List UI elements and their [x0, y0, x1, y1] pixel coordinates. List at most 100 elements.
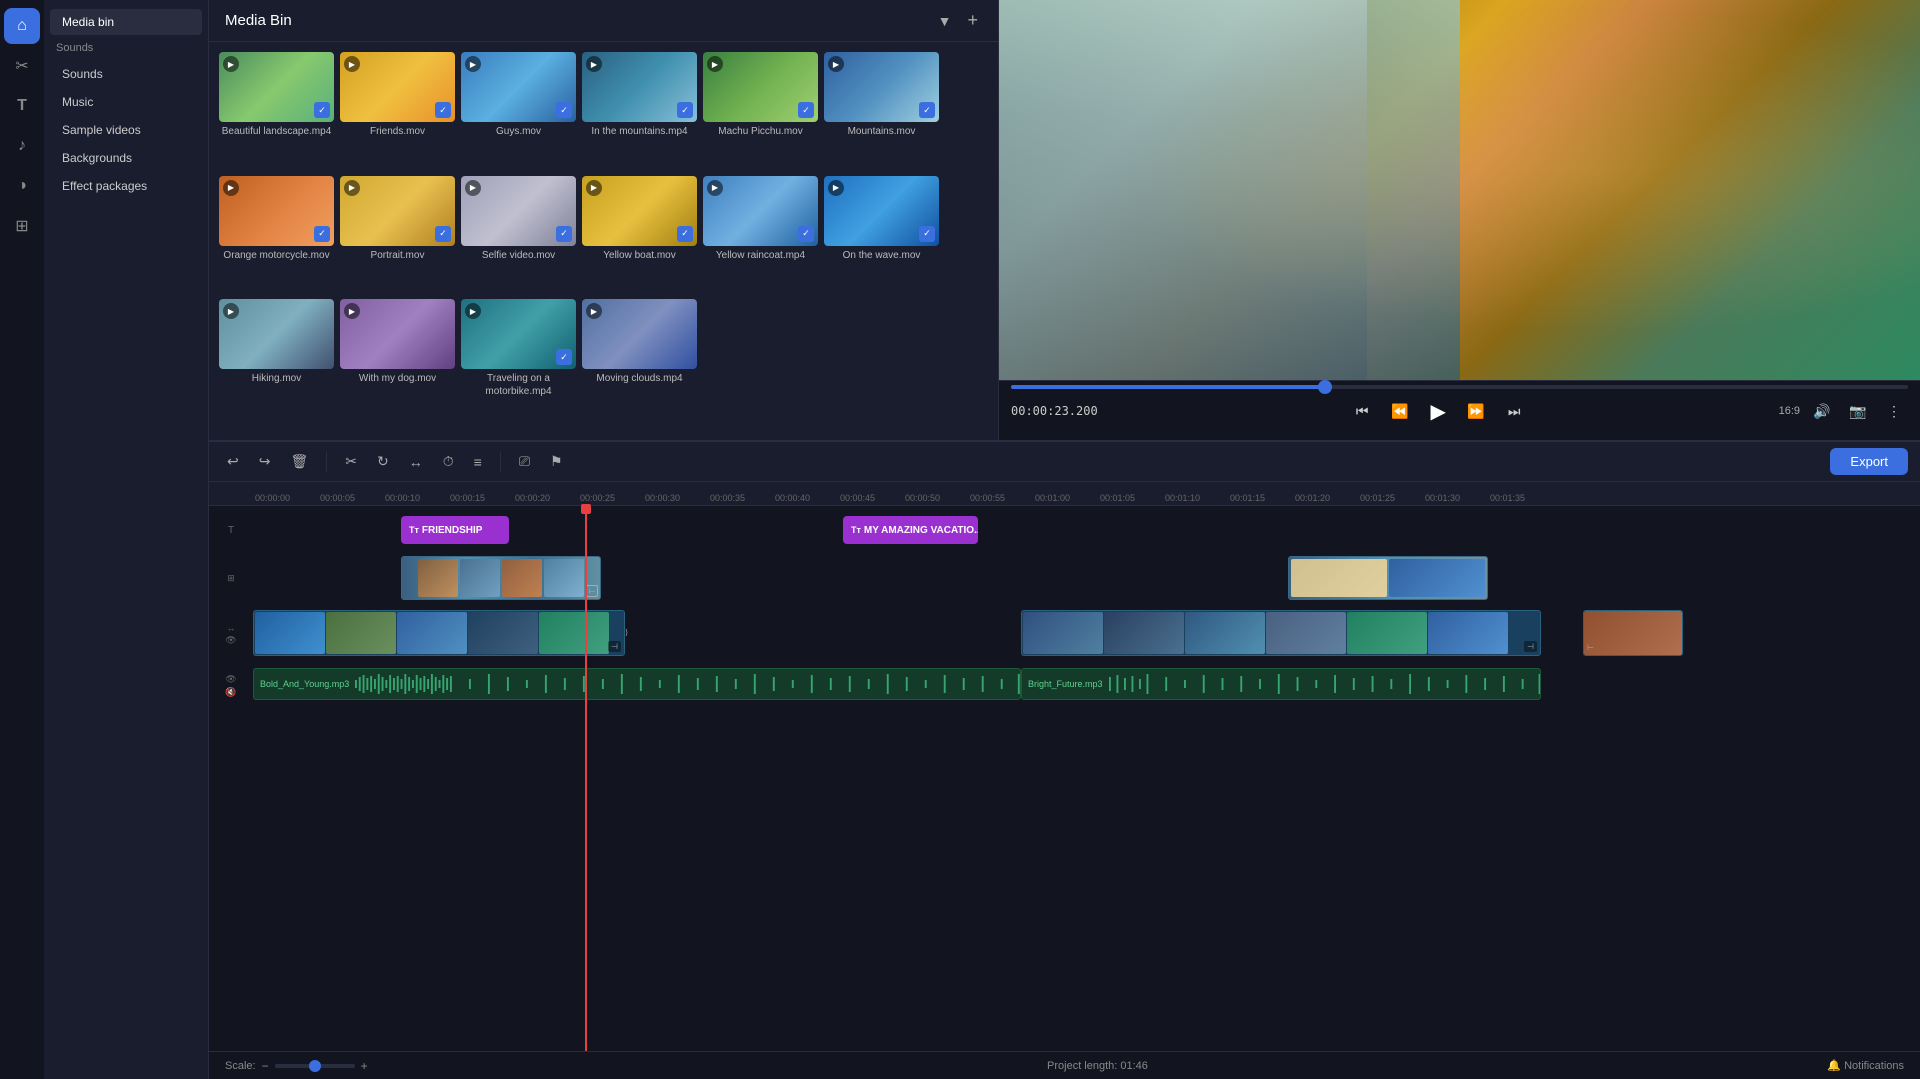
export-button[interactable]: Export [1830, 448, 1908, 475]
audio-track-row: 👁 🔇 Bold_And_Young.mp3 [209, 664, 1920, 708]
undo-button[interactable]: ↩ [221, 449, 245, 474]
media-item-13[interactable]: ▶ With my dog.mov [340, 299, 455, 430]
preview-controls: 00:00:23.200 ⏮ ⏪ ▶ ⏩ ⏭ 16:9 🔊 📷 ⋮ [999, 380, 1920, 440]
media-check-10: ✓ [798, 226, 814, 242]
audio-clip-1[interactable]: Bold_And_Young.mp3 [253, 668, 1021, 700]
grid-icon[interactable]: ⊞ [4, 208, 40, 244]
audio-clip-2[interactable]: Bright_Future.mp3 [1021, 668, 1541, 700]
audio-eye-icon[interactable]: 👁 [225, 674, 236, 685]
media-label-2: Guys.mov [461, 125, 576, 138]
media-thumb-10: ▶ ✓ [703, 176, 818, 246]
media-item-14[interactable]: ▶ ✓ Traveling on a motorbike.mp4 [461, 299, 576, 430]
media-thumb-6: ▶ ✓ [219, 176, 334, 246]
media-item-5[interactable]: ▶ ✓ Mountains.mov [824, 52, 939, 170]
sidebar-item-music[interactable]: Music [50, 89, 202, 115]
timer-button[interactable]: ⏱ [437, 449, 460, 474]
clip3-start-handle[interactable]: ⊢ [1587, 643, 1594, 652]
media-item-0[interactable]: ▶ ✓ Beautiful landscape.mp4 [219, 52, 334, 170]
ruler-mark-3: 00:00:15 [450, 493, 485, 503]
media-item-10[interactable]: ▶ ✓ Yellow raincoat.mp4 [703, 176, 818, 294]
skip-end-button[interactable]: ⏭ [1500, 397, 1528, 425]
scale-handle[interactable] [309, 1060, 321, 1072]
filter-timeline-button[interactable]: ≡ [468, 450, 488, 474]
progress-handle[interactable] [1318, 380, 1332, 394]
media-label-1: Friends.mov [340, 125, 455, 138]
title-block-friendship-label: FRIENDSHIP [422, 525, 483, 536]
media-item-4[interactable]: ▶ ✓ Machu Picchu.mov [703, 52, 818, 170]
color-icon[interactable]: ◑ [4, 168, 40, 204]
media-check-5: ✓ [919, 102, 935, 118]
ruler-mark-16: 00:01:20 [1295, 493, 1330, 503]
sidebar-item-backgrounds[interactable]: Backgrounds [50, 145, 202, 171]
ruler-mark-11: 00:00:55 [970, 493, 1005, 503]
screenshot-button[interactable]: 📷 [1844, 397, 1872, 425]
sidebar-item-sample-videos[interactable]: Sample videos [50, 117, 202, 143]
eye-icon[interactable]: 👁 [225, 635, 236, 646]
scale-minus[interactable]: − [262, 1059, 269, 1073]
title-track-row: T Tт FRIENDSHIP Tт MY AMAZING VACATIO... [209, 512, 1920, 548]
media-label-0: Beautiful landscape.mp4 [219, 125, 334, 138]
media-item-12[interactable]: ▶ Hiking.mov [219, 299, 334, 430]
timeline-toolbar: ↩ ↪ 🗑 ✂ ↻ ↔ ⏱ ≡ ⎚ ⚑ Export [209, 442, 1920, 482]
main-clip-3[interactable]: ⊢ [1583, 610, 1683, 656]
clip-trim-handle[interactable]: ⊢ [586, 585, 598, 597]
flag-button[interactable]: ⚑ [544, 449, 569, 474]
step-forward-button[interactable]: ⏩ [1462, 397, 1490, 425]
bottom-bar: Scale: − + Project length: 01:46 🔔 Notif… [209, 1051, 1920, 1079]
clip2-end-handle[interactable]: ⊣ [1524, 641, 1537, 652]
step-back-button[interactable]: ⏪ [1386, 397, 1414, 425]
progress-bar[interactable] [1011, 385, 1908, 389]
more-options-button[interactable]: ⋮ [1880, 397, 1908, 425]
media-item-8[interactable]: ▶ ✓ Selfie video.mov [461, 176, 576, 294]
media-label-6: Orange motorcycle.mov [219, 249, 334, 262]
media-check-2: ✓ [556, 102, 572, 118]
clip-end-handle[interactable]: ⊣ [608, 641, 621, 652]
media-item-6[interactable]: ▶ ✓ Orange motorcycle.mov [219, 176, 334, 294]
media-item-2[interactable]: ▶ ✓ Guys.mov [461, 52, 576, 170]
redo-button[interactable]: ↪ [253, 449, 277, 474]
media-item-7[interactable]: ▶ ✓ Portrait.mov [340, 176, 455, 294]
filter-button[interactable]: ▼ [934, 11, 956, 31]
media-item-15[interactable]: ▶ Moving clouds.mp4 [582, 299, 697, 430]
main-clip-1[interactable]: ⊣ [253, 610, 625, 656]
delete-button[interactable]: 🗑 [284, 449, 314, 474]
add-media-button[interactable]: + [963, 8, 982, 33]
main-clip-2[interactable]: ⊣ [1021, 610, 1541, 656]
media-label-4: Machu Picchu.mov [703, 125, 818, 138]
media-item-1[interactable]: ▶ ✓ Friends.mov [340, 52, 455, 170]
media-label-9: Yellow boat.mov [582, 249, 697, 262]
split-button[interactable]: ✂ [339, 449, 363, 474]
crop-icon[interactable]: ↔ [227, 623, 236, 633]
play-button[interactable]: ▶ [1424, 397, 1452, 425]
rotate-button[interactable]: ↻ [371, 449, 395, 474]
media-item-9[interactable]: ▶ ✓ Yellow boat.mov [582, 176, 697, 294]
volume-button[interactable]: 🔊 [1808, 397, 1836, 425]
ruler-mark-2: 00:00:10 [385, 493, 420, 503]
clip-overlay-2[interactable] [1288, 556, 1488, 600]
cut-icon[interactable]: ✂ [4, 48, 40, 84]
audio-mute-icon[interactable]: 🔇 [225, 687, 236, 698]
media-item-11[interactable]: ▶ ✓ On the wave.mov [824, 176, 939, 294]
clip-overlay-row: ⊞ ⊢ [209, 552, 1920, 604]
scale-plus[interactable]: + [361, 1059, 368, 1073]
notifications-button[interactable]: 🔔 Notifications [1827, 1059, 1904, 1072]
toolbar-separator-1 [326, 452, 327, 472]
media-item-3[interactable]: ▶ ✓ In the mountains.mp4 [582, 52, 697, 170]
sidebar-item-sounds[interactable]: Sounds [50, 61, 202, 87]
media-check-0: ✓ [314, 102, 330, 118]
crop-button[interactable]: ↔ [403, 450, 429, 474]
title-block-friendship[interactable]: Tт FRIENDSHIP [401, 516, 509, 544]
media-play-icon-13: ▶ [344, 303, 360, 319]
sidebar-item-media-bin[interactable]: Media bin [50, 9, 202, 35]
clip-overlay-1[interactable]: ⊢ [401, 556, 601, 600]
snap-button[interactable]: ⎚ [513, 449, 536, 474]
skip-start-button[interactable]: ⏮ [1348, 397, 1376, 425]
scale-slider[interactable] [275, 1064, 355, 1068]
audio-icon[interactable]: ♪ [4, 128, 40, 164]
text-icon[interactable]: T [4, 88, 40, 124]
media-thumb-3: ▶ ✓ [582, 52, 697, 122]
title-block-vacation[interactable]: Tт MY AMAZING VACATIO... [843, 516, 978, 544]
sidebar-item-effect-packages[interactable]: Effect packages [50, 173, 202, 199]
home-icon[interactable]: ⌂ [4, 8, 40, 44]
media-play-icon-9: ▶ [586, 180, 602, 196]
